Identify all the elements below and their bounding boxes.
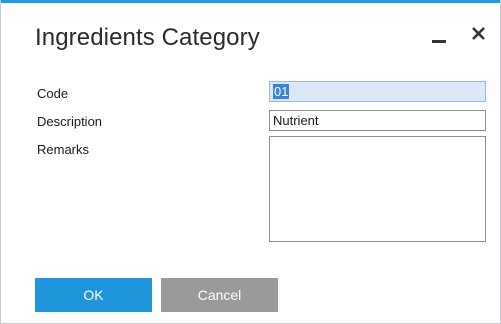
minimize-icon	[432, 40, 446, 43]
title-bar[interactable]: Ingredients Category	[1, 3, 500, 61]
code-field[interactable]: 01	[269, 81, 486, 102]
description-label: Description	[37, 114, 103, 129]
close-icon	[472, 27, 485, 40]
code-value: 01	[273, 84, 290, 99]
code-label: Code	[37, 86, 69, 101]
close-button[interactable]	[468, 23, 490, 45]
minimize-button[interactable]	[429, 25, 451, 47]
dialog-window: Ingredients Category Code 01 Description…	[0, 0, 501, 324]
description-field[interactable]: Nutrient	[269, 110, 486, 131]
remarks-label: Remarks	[37, 142, 90, 157]
cancel-button[interactable]: Cancel	[161, 278, 278, 312]
window-title: Ingredients Category	[35, 24, 260, 51]
ok-button[interactable]: OK	[35, 278, 152, 312]
remarks-field[interactable]	[269, 136, 486, 242]
